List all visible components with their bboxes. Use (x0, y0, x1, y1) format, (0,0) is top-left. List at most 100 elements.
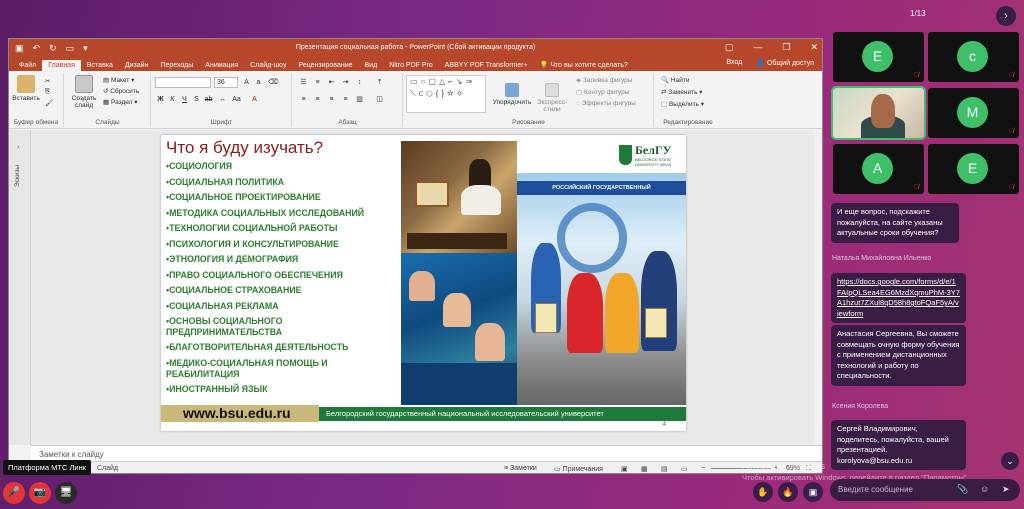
shape-effects-button[interactable]: ◌ Эффекты фигуры (576, 100, 636, 107)
find-button[interactable]: 🔍 Найти (661, 76, 689, 84)
express-styles-button[interactable]: Экспресс-стили (534, 83, 570, 113)
tab-abbyy[interactable]: ABBYY PDF Transformer+ (439, 60, 534, 71)
tab-view[interactable]: Вид (359, 60, 384, 71)
shape-outline-button[interactable]: ▢ Контур фигуры (576, 88, 629, 96)
emoji-icon[interactable]: ☺ (980, 484, 989, 494)
participant-tile[interactable]: c 🎙̸ (928, 32, 1019, 82)
ribbon-display-icon[interactable]: ▢ (725, 42, 734, 53)
tab-slideshow[interactable]: Слайд-шоу (244, 60, 292, 71)
maximize-icon[interactable]: ❐ (782, 42, 790, 53)
font-size-select[interactable]: 36 (214, 77, 238, 88)
shadow-icon[interactable]: S (192, 95, 201, 104)
zoom-out-icon[interactable]: − (701, 465, 705, 472)
tell-me-search[interactable]: 💡 Что вы хотите сделать? (534, 59, 634, 71)
grow-font-icon[interactable]: A (242, 78, 251, 87)
font-color-icon[interactable]: A (250, 95, 259, 104)
camera-off-button[interactable]: 📷 (29, 482, 51, 504)
tab-home[interactable]: Главная (42, 60, 81, 71)
participant-tile[interactable]: M 🎙̸ (928, 88, 1019, 138)
expand-thumbnails-icon[interactable]: › (17, 144, 19, 151)
strike-icon[interactable]: ab (204, 95, 213, 104)
participant-tile[interactable]: A 🎙̸ (833, 144, 924, 194)
send-icon[interactable]: ➤ (1002, 484, 1010, 495)
raise-hand-button[interactable]: ✋ (753, 482, 773, 502)
participant-video-tile[interactable] (831, 86, 926, 140)
close-icon[interactable]: ✕ (810, 42, 818, 53)
share-button[interactable]: 👤 Общий доступ (756, 59, 814, 67)
signin-button[interactable]: Вход (726, 59, 742, 67)
new-slide-button[interactable]: Создать слайд (67, 75, 101, 109)
shapes-gallery[interactable]: ▭○▢△⌐↘⇒ ⟍⊂⬡{}☆✧ (406, 75, 486, 113)
mic-muted-icon: 🎙̸ (1008, 184, 1014, 191)
reset-button[interactable]: ↺ Сбросить (103, 87, 139, 95)
chat-panel[interactable]: И еще вопрос, подскажите пожалуйста, на … (828, 196, 996, 476)
normal-view-icon[interactable]: ▣ (621, 465, 628, 473)
bold-icon[interactable]: Ж (156, 95, 165, 104)
next-page-button[interactable]: › (996, 6, 1016, 26)
smartart-icon[interactable]: ◫ (375, 95, 384, 104)
align-left-icon[interactable]: ≡ (299, 95, 308, 104)
replace-button[interactable]: ⇄ Заменить ▾ (661, 88, 703, 96)
notes-pane[interactable]: Заметки к слайду (31, 445, 822, 461)
tab-nitro[interactable]: Nitro PDF Pro (383, 60, 439, 71)
university-url: www.bsu.edu.ru (161, 405, 319, 422)
format-painter-icon[interactable]: 🖌 (45, 99, 53, 107)
vertical-scrollbar[interactable] (814, 130, 822, 445)
select-button[interactable]: ⬚ Выделить ▾ (661, 100, 704, 108)
scroll-down-button[interactable]: ⌄ (1001, 452, 1019, 470)
minimize-icon[interactable]: — (753, 42, 762, 53)
numbering-icon[interactable]: ≡ (313, 78, 322, 87)
arrange-button[interactable]: Упорядочить (492, 83, 532, 106)
tab-review[interactable]: Рецензирование (292, 60, 358, 71)
tab-design[interactable]: Дизайн (119, 60, 155, 71)
layout-toggle-button[interactable]: ▣ (803, 482, 823, 502)
spacing-icon[interactable]: ↔ (218, 95, 227, 104)
section-button[interactable]: ▦ Раздел ▾ (103, 98, 138, 106)
justify-icon[interactable]: ≡ (341, 95, 350, 104)
align-right-icon[interactable]: ≡ (327, 95, 336, 104)
shrink-font-icon[interactable]: a (254, 78, 263, 87)
columns-icon[interactable]: ▥ (355, 95, 364, 104)
comments-toggle-button[interactable]: ▭ Примечания (554, 465, 603, 473)
align-center-icon[interactable]: ≡ (313, 95, 322, 104)
slide-sorter-icon[interactable]: ▦ (641, 465, 648, 473)
clear-format-icon[interactable]: ⌫ (268, 78, 278, 87)
screen-share-button[interactable]: 🖥 (55, 482, 77, 504)
font-name-select[interactable] (155, 77, 211, 88)
list-item: •МЕДИКО-СОЦИАЛЬНАЯ ПОМОЩЬ И РЕАБИЛИТАЦИЯ (166, 358, 364, 384)
tab-animation[interactable]: Анимация (199, 60, 244, 71)
chat-link[interactable]: https://docs.google.com/forms/d/e/1FAIpQ… (837, 277, 960, 318)
copy-icon[interactable]: ⎘ (45, 88, 50, 96)
slide[interactable]: Что я буду изучать? •СОЦИОЛОГИЯ •СОЦИАЛЬ… (161, 135, 686, 431)
increase-indent-icon[interactable]: ⇥ (341, 78, 350, 87)
tab-transitions[interactable]: Переходы (154, 60, 199, 71)
tab-insert[interactable]: Вставка (81, 60, 119, 71)
shape-fill-button[interactable]: ◈ Заливка фигуры (576, 76, 632, 84)
line-spacing-icon[interactable]: ↕ (355, 78, 364, 87)
italic-icon[interactable]: К (168, 95, 177, 104)
thumbnails-pane[interactable]: › Эскизы (9, 130, 31, 445)
font-group-label: Шрифт (210, 119, 233, 126)
microphone-off-button[interactable]: 🎤 (3, 482, 25, 504)
notes-toggle-button[interactable]: ≡ Заметки (504, 465, 537, 472)
slideshow-view-icon[interactable]: ▭ (681, 465, 688, 473)
arrange-icon (505, 83, 519, 97)
reactions-button[interactable]: 🔥 (778, 482, 798, 502)
cut-icon[interactable]: ✂ (45, 77, 50, 85)
layout-button[interactable]: ▤ Макет ▾ (103, 76, 134, 84)
bullets-icon[interactable]: ☰ (299, 78, 308, 87)
case-icon[interactable]: Aa (232, 95, 241, 104)
participant-tile[interactable]: E 🎙̸ (833, 32, 924, 82)
reading-view-icon[interactable]: ▤ (661, 465, 668, 473)
list-item: •ИНОСТРАННЫЙ ЯЗЫК (166, 383, 268, 394)
underline-icon[interactable]: Ч (180, 95, 189, 104)
text-direction-icon[interactable]: ⤒ (375, 78, 384, 87)
attach-icon[interactable]: 📎 (957, 484, 968, 495)
ribbon-tabs: Файл Главная Вставка Дизайн Переходы Ани… (9, 57, 822, 71)
participant-tile[interactable]: E 🎙̸ (928, 144, 1019, 194)
paste-button[interactable]: Вставить (11, 75, 41, 102)
decrease-indent-icon[interactable]: ⇤ (327, 78, 336, 87)
tab-file[interactable]: Файл (13, 60, 42, 71)
message-input[interactable]: Введите сообщение 📎 ☺ ➤ (830, 479, 1020, 501)
select-label: Выделить (668, 101, 699, 108)
